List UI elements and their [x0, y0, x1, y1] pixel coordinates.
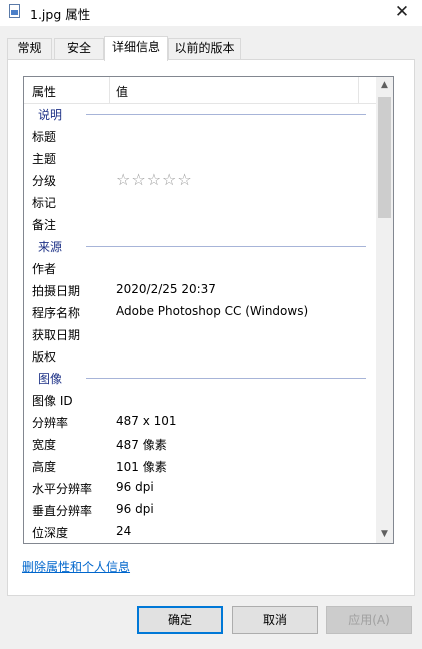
tab-security[interactable]: 安全: [54, 38, 104, 59]
section-title: 图像: [38, 372, 63, 386]
star-icon[interactable]: ☆: [131, 170, 146, 189]
property-row[interactable]: 程序名称 Adobe Photoshop CC (Windows): [24, 301, 376, 323]
property-row[interactable]: 位深度 24: [24, 521, 376, 543]
vertical-scrollbar[interactable]: ▲ ▼: [376, 77, 393, 543]
property-row[interactable]: 水平分辨率 96 dpi: [24, 477, 376, 499]
details-panel: 属性 值 说明 标题 主题 分级 ☆☆☆☆☆ 标记 备注 来源 作者 拍摄日期 …: [7, 59, 415, 596]
property-value[interactable]: 96 dpi: [116, 480, 154, 494]
section-origin: 来源: [24, 235, 376, 257]
title-bar: 1.jpg 属性 ✕: [0, 0, 422, 26]
property-label: 备注: [32, 218, 57, 232]
star-icon[interactable]: ☆: [147, 170, 162, 189]
scroll-down-arrow-icon[interactable]: ▼: [376, 526, 393, 543]
remove-properties-link[interactable]: 删除属性和个人信息: [22, 558, 130, 575]
column-property[interactable]: 属性: [32, 83, 56, 100]
section-description: 说明: [24, 103, 376, 125]
property-row[interactable]: 分级 ☆☆☆☆☆: [24, 169, 376, 191]
property-label: 标记: [32, 196, 57, 210]
property-value[interactable]: 487 像素: [116, 436, 167, 453]
star-icon[interactable]: ☆: [162, 170, 177, 189]
property-label: 分级: [32, 174, 57, 188]
property-value[interactable]: 96 dpi: [116, 502, 154, 516]
star-icon[interactable]: ☆: [116, 170, 131, 189]
tab-previous-versions[interactable]: 以前的版本: [168, 38, 241, 59]
property-label: 水平分辨率: [32, 482, 93, 496]
property-value[interactable]: 24: [116, 524, 131, 538]
property-value[interactable]: 2020/2/25 20:37: [116, 282, 216, 296]
property-label: 主题: [32, 152, 57, 166]
property-row[interactable]: 主题: [24, 147, 376, 169]
rating-stars[interactable]: ☆☆☆☆☆: [116, 170, 193, 189]
property-label: 标题: [32, 130, 57, 144]
scroll-up-arrow-icon[interactable]: ▲: [376, 77, 393, 94]
property-label: 宽度: [32, 438, 57, 452]
property-row[interactable]: 图像 ID: [24, 389, 376, 411]
property-row[interactable]: 获取日期: [24, 323, 376, 345]
property-label: 版权: [32, 350, 57, 364]
section-title: 说明: [38, 108, 63, 122]
apply-button[interactable]: 应用(A): [326, 606, 412, 634]
close-button[interactable]: ✕: [382, 0, 422, 26]
section-divider: [86, 114, 366, 115]
property-label: 高度: [32, 460, 57, 474]
property-row[interactable]: 作者: [24, 257, 376, 279]
property-value[interactable]: 487 x 101: [116, 414, 177, 428]
tab-general[interactable]: 常规: [7, 38, 52, 59]
property-row[interactable]: 备注: [24, 213, 376, 235]
property-label: 程序名称: [32, 306, 81, 320]
image-file-icon: [9, 4, 20, 18]
property-label: 分辨率: [32, 416, 69, 430]
property-row[interactable]: 标记: [24, 191, 376, 213]
section-image: 图像: [24, 367, 376, 389]
section-divider: [86, 246, 366, 247]
property-label: 获取日期: [32, 328, 81, 342]
property-label: 垂直分辨率: [32, 504, 93, 518]
column-value[interactable]: 值: [116, 83, 128, 100]
column-divider[interactable]: [358, 77, 359, 103]
property-label: 位深度: [32, 526, 69, 540]
property-value[interactable]: Adobe Photoshop CC (Windows): [116, 304, 308, 318]
property-row[interactable]: 版权: [24, 345, 376, 367]
property-list[interactable]: 属性 值 说明 标题 主题 分级 ☆☆☆☆☆ 标记 备注 来源 作者 拍摄日期 …: [23, 76, 394, 544]
property-row[interactable]: 宽度 487 像素: [24, 433, 376, 455]
property-value[interactable]: 101 像素: [116, 458, 167, 475]
property-row[interactable]: 标题: [24, 125, 376, 147]
property-row[interactable]: 垂直分辨率 96 dpi: [24, 499, 376, 521]
section-divider: [86, 378, 366, 379]
property-row[interactable]: 拍摄日期 2020/2/25 20:37: [24, 279, 376, 301]
column-header: 属性 值: [24, 77, 376, 104]
column-divider[interactable]: [109, 77, 110, 103]
property-label: 拍摄日期: [32, 284, 81, 298]
property-row[interactable]: 分辨率 487 x 101: [24, 411, 376, 433]
star-icon[interactable]: ☆: [177, 170, 192, 189]
cancel-button[interactable]: 取消: [232, 606, 318, 634]
property-rows: 说明 标题 主题 分级 ☆☆☆☆☆ 标记 备注 来源 作者 拍摄日期 2020/…: [24, 103, 376, 543]
property-label: 作者: [32, 262, 57, 276]
property-row[interactable]: 高度 101 像素: [24, 455, 376, 477]
tab-details[interactable]: 详细信息: [104, 36, 168, 61]
section-title: 来源: [38, 240, 63, 254]
property-label: 图像 ID: [32, 394, 73, 408]
ok-button[interactable]: 确定: [137, 606, 223, 634]
scrollbar-thumb[interactable]: [378, 97, 391, 218]
window-title: 1.jpg 属性: [30, 7, 91, 22]
